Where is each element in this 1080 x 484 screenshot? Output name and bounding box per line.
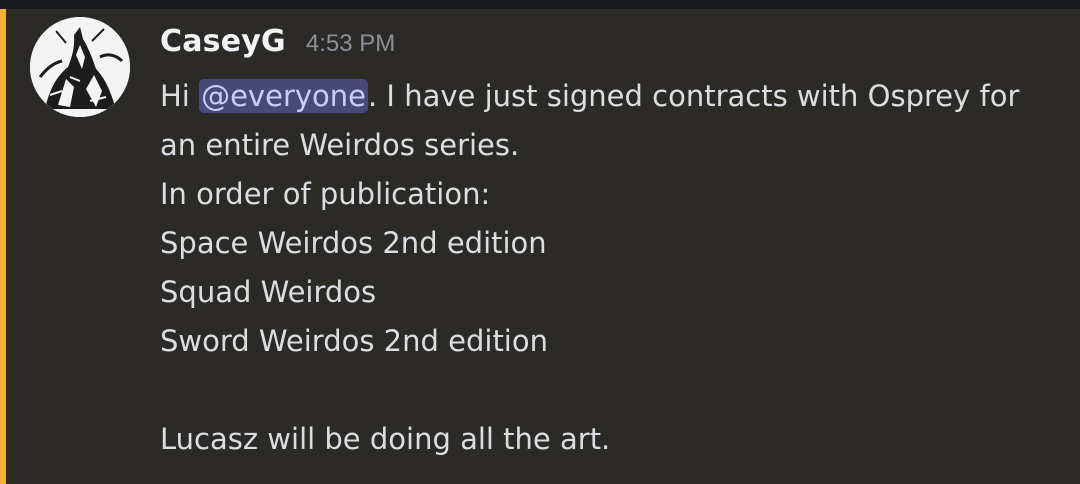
message-line: In order of publication:: [160, 177, 491, 211]
everyone-mention[interactable]: @everyone: [199, 79, 368, 113]
message-line: Lucasz will be doing all the art.: [160, 422, 611, 456]
greeting-text: Hi: [160, 79, 190, 113]
message-content: Hi @everyone. I have just signed contrac…: [160, 72, 1060, 464]
user-avatar-ink-drawing-icon: [30, 17, 130, 117]
message-line: Squad Weirdos: [160, 275, 377, 309]
message-line-text: . I have just signed contracts with Ospr…: [368, 79, 1020, 113]
message-line: an entire Weirdos series.: [160, 128, 520, 162]
message-timestamp[interactable]: 4:53 PM: [306, 30, 395, 58]
message-line: Sword Weirdos 2nd edition: [160, 324, 548, 358]
avatar[interactable]: [30, 17, 130, 117]
username[interactable]: CaseyG: [160, 24, 286, 59]
message-line: Space Weirdos 2nd edition: [160, 226, 547, 260]
message-header: CaseyG 4:53 PM: [160, 24, 395, 68]
mention-highlight-strip: [0, 9, 6, 484]
message-line: Hi @everyone. I have just signed contrac…: [160, 72, 1060, 121]
top-bar: [0, 0, 1080, 9]
